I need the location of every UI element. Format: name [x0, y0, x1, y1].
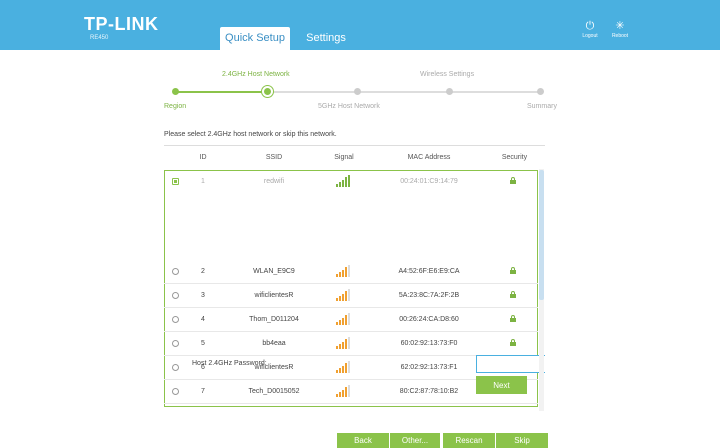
other-button[interactable]: Other... — [390, 433, 440, 448]
progress-line-done — [175, 91, 267, 93]
network-radio[interactable] — [172, 388, 179, 395]
cell-mac: 60:02:92:13:73:F0 — [400, 340, 458, 347]
cell-id: 5 — [201, 340, 205, 347]
tab-quick-setup[interactable]: Quick Setup — [220, 27, 290, 50]
lock-icon — [510, 177, 516, 184]
cell-ssid: bb4eaa — [262, 340, 286, 347]
network-radio[interactable] — [172, 340, 179, 347]
table-row[interactable]: 2 WLAN_E9C9 A4:52:6F:E6:E9:CA — [164, 260, 538, 284]
network-radio[interactable] — [172, 178, 179, 185]
cell-ssid: WLAN_E9C9 — [253, 268, 295, 275]
password-label: Host 2.4GHz Password: — [192, 360, 267, 367]
step-dot-5ghz — [354, 88, 361, 95]
cell-id: 2 — [201, 268, 205, 275]
step-dot-summary — [537, 88, 544, 95]
header-ssid: SSID — [265, 154, 283, 161]
step-label-24ghz: 2.4GHz Host Network — [222, 71, 290, 78]
back-button[interactable]: Back — [337, 433, 389, 448]
cell-ssid: Tech_D0015052 — [248, 388, 300, 395]
progress-line-todo — [267, 91, 540, 93]
header-id: ID — [199, 154, 207, 161]
cell-mac: 5A:23:8C:7A:2F:2B — [398, 292, 460, 299]
tp-link-logo: TP-LINK — [84, 14, 159, 34]
table-row[interactable]: 4 Thom_D011204 00:26:24:CA:D8:60 — [164, 308, 538, 332]
network-radio[interactable] — [172, 364, 179, 371]
cell-ssid: redwifi — [263, 178, 285, 185]
table-row[interactable]: 1 redwifi 00:24:01:C9:14:79 — [164, 170, 538, 194]
step-label-region: Region — [164, 103, 187, 110]
cell-mac: 00:26:24:CA:D8:60 — [399, 316, 459, 323]
cell-ssid: Thom_D011204 — [249, 316, 299, 323]
next-button[interactable]: Next — [476, 376, 527, 394]
step-dot-wireless — [446, 88, 453, 95]
cell-mac: A4:52:6F:E6:E9:CA — [398, 268, 460, 275]
cell-id: 1 — [201, 178, 205, 185]
step-label-5ghz: 5GHz Host Network — [318, 103, 380, 110]
signal-strength-icon — [336, 265, 352, 277]
header-security: Security — [501, 154, 528, 161]
password-input[interactable] — [476, 355, 545, 373]
header-mac: MAC Address — [407, 154, 451, 161]
lock-icon — [510, 267, 516, 274]
cell-ssid: wificlientesR — [254, 292, 294, 299]
logout-icon: ⏻ — [585, 20, 595, 32]
table-row[interactable]: 3 wificlientesR 5A:23:8C:7A:2F:2B — [164, 284, 538, 308]
cell-mac: 80:C2:87:78:10:B2 — [399, 388, 459, 395]
lock-icon — [510, 339, 516, 346]
network-radio[interactable] — [172, 292, 179, 299]
reboot-label: Reboot — [611, 33, 629, 39]
signal-strength-icon — [336, 313, 352, 325]
cell-mac: 62:02:92:13:73:F1 — [400, 364, 458, 371]
scrollbar-thumb[interactable] — [539, 170, 544, 300]
lock-icon — [510, 315, 516, 322]
signal-strength-icon — [336, 337, 352, 349]
cell-mac: 00:24:01:C9:14:79 — [400, 178, 458, 185]
reboot-button[interactable]: ✳ Reboot — [605, 20, 635, 40]
cell-id: 7 — [201, 388, 205, 395]
reboot-icon: ✳ — [615, 20, 625, 32]
cell-id: 4 — [201, 316, 205, 323]
table-header: ID SSID Signal MAC Address Security — [164, 146, 545, 170]
cell-id: 3 — [201, 292, 205, 299]
skip-button[interactable]: Skip — [496, 433, 548, 448]
step-label-summary: Summary — [527, 103, 557, 110]
logout-label: Logout — [582, 33, 598, 39]
signal-strength-icon — [336, 175, 352, 187]
rescan-button[interactable]: Rescan — [443, 433, 495, 448]
signal-strength-icon — [336, 289, 352, 301]
logout-button[interactable]: ⏻ Logout — [575, 20, 605, 40]
table-row[interactable]: 5 bb4eaa 60:02:92:13:73:F0 — [164, 332, 538, 356]
step-dot-region — [172, 88, 179, 95]
network-radio[interactable] — [172, 268, 179, 275]
step-dot-24ghz — [262, 86, 273, 97]
instruction-text: Please select 2.4GHz host network or ski… — [164, 131, 337, 138]
signal-strength-icon — [336, 385, 352, 397]
network-radio[interactable] — [172, 316, 179, 323]
lock-icon — [510, 291, 516, 298]
top-bar: TP-LINK RE450 Quick Setup Settings ⏻ Log… — [0, 0, 720, 50]
network-table: ID SSID Signal MAC Address Security 1 red… — [164, 145, 545, 411]
step-label-wireless-settings: Wireless Settings — [420, 71, 475, 78]
header-signal: Signal — [334, 154, 354, 161]
signal-strength-icon — [336, 361, 352, 373]
model-label: RE450 — [90, 35, 109, 41]
tab-settings[interactable]: Settings — [300, 27, 352, 50]
